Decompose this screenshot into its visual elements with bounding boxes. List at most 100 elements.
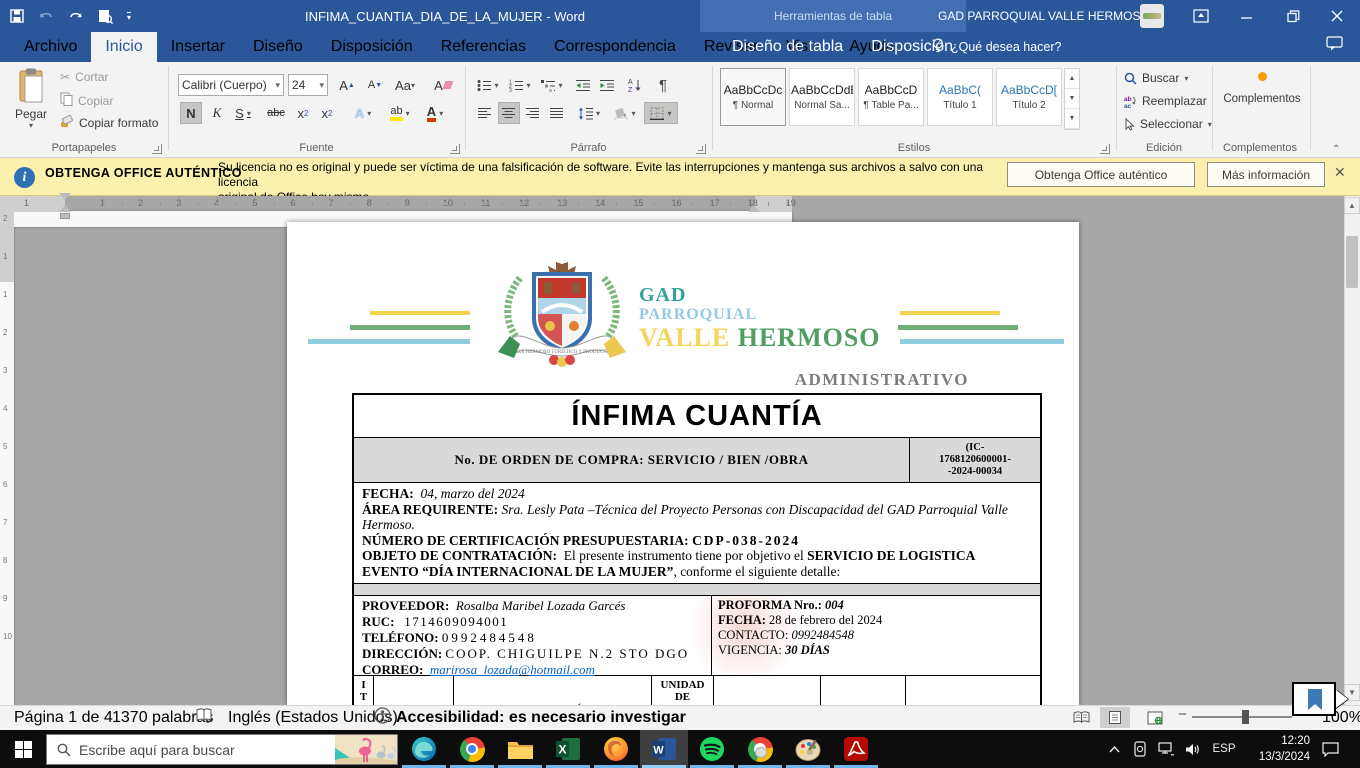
correo-link[interactable]: marirosa_lozada@hotmail.com [430,662,595,677]
taskbar-acrobat[interactable] [832,730,880,768]
paste-dropdown-icon[interactable]: ▾ [29,121,33,130]
tab-diseno[interactable]: Diseño [239,32,317,62]
sort-button[interactable]: AZ [624,74,648,96]
web-layout-button[interactable] [1140,707,1170,728]
font-name-combo[interactable]: Calibri (Cuerpo)▾ [178,74,284,96]
collapse-ribbon-icon[interactable]: ⌃ [1332,144,1340,155]
tray-volume-icon[interactable] [1180,730,1204,768]
shrink-font-button[interactable]: A▼ [364,74,386,96]
highlight-button[interactable]: ab▾ [384,102,416,124]
bullets-button[interactable]: ▾ [474,74,502,96]
strikethrough-button[interactable]: abc [262,102,290,124]
taskbar-word[interactable]: W [640,730,688,768]
scrollbar-thumb[interactable] [1346,236,1358,288]
tell-me-box[interactable]: ¿Qué desea hacer? [932,32,1062,62]
grow-font-button[interactable]: A▲ [336,74,358,96]
taskbar-chrome[interactable] [448,730,496,768]
print-layout-button[interactable] [1100,707,1130,728]
language-indicator[interactable]: Inglés (Estados Unidos) [228,709,398,727]
minimize-button[interactable] [1224,0,1270,32]
decrease-indent-button[interactable] [572,74,594,96]
scroll-up-icon[interactable]: ▲ [1344,197,1360,214]
start-button[interactable] [0,730,46,768]
more-info-button[interactable]: Más información [1207,162,1325,187]
tab-archivo[interactable]: Archivo [10,32,91,62]
bold-button[interactable]: N [180,102,202,124]
style-normal-sa[interactable]: AaBbCcDdENormal Sa... [789,68,855,126]
styles-gallery-scroll[interactable]: ▲▼▼ [1064,68,1080,130]
line-spacing-button[interactable]: ▾ [574,102,604,124]
tray-chevron-icon[interactable] [1102,730,1126,768]
superscript-button[interactable]: x2 [316,102,338,124]
clipboard-dialog-launcher[interactable] [152,144,162,154]
restore-button[interactable] [1270,0,1316,32]
qat-customize-icon[interactable]: ▾ [127,12,131,21]
feedback-comment-icon[interactable] [1326,36,1343,56]
account-avatar[interactable] [1140,4,1164,28]
style-normal[interactable]: AaBbCcDc¶ Normal [720,68,786,126]
action-center-icon[interactable] [1316,730,1344,768]
style-titulo-2[interactable]: AaBbCcD[Título 2 [996,68,1062,126]
left-indent-marker[interactable] [60,213,70,219]
zoom-out-icon[interactable]: − [1178,706,1187,723]
taskbar-firefox[interactable] [592,730,640,768]
tray-network-icon[interactable] [1154,730,1178,768]
borders-button[interactable]: ▾ [644,102,678,124]
account-name[interactable]: GAD PARROQUIAL VALLE HERMOSO [938,0,1150,32]
taskbar-search[interactable]: Escribe aquí para buscar [46,734,398,765]
license-close-icon[interactable]: ✕ [1334,164,1346,181]
font-color-button[interactable]: A▾ [420,102,450,124]
cut-button[interactable]: ✂Cortar [60,70,108,84]
read-mode-button[interactable] [1066,707,1096,728]
tray-language[interactable]: ESP [1208,730,1240,768]
tab-disposicion[interactable]: Disposición [317,32,427,62]
find-button[interactable]: Buscar▾ [1124,71,1188,85]
paragraph-dialog-launcher[interactable] [696,144,706,154]
taskbar-paint[interactable] [784,730,832,768]
first-line-indent-marker[interactable] [59,193,71,200]
tab-correspondencia[interactable]: Correspondencia [540,32,690,62]
font-dialog-launcher[interactable] [450,144,460,154]
paste-button[interactable]: Pegar ▾ [8,68,54,130]
replace-button[interactable]: abacReemplazar [1124,94,1207,108]
tab-diseno-de-tabla[interactable]: Diseño de tabla [718,32,857,62]
underline-button[interactable]: S▾ [228,102,258,124]
align-center-button[interactable] [498,102,520,124]
pilcrow-button[interactable]: ¶ [652,74,674,96]
tab-inicio[interactable]: Inicio [91,32,156,62]
print-preview-icon[interactable] [98,9,113,24]
proofing-icon[interactable] [196,708,212,728]
infima-cuantia-table[interactable]: ÍNFIMA CUANTÍA No. DE ORDEN DE COMPRA: S… [352,393,1042,705]
addins-button[interactable]: Complementos [1218,72,1306,105]
justify-button[interactable] [546,102,568,124]
text-effects-button[interactable]: A▾ [348,102,378,124]
redo-icon[interactable] [68,10,84,23]
accessibility-icon[interactable] [374,707,391,729]
zoom-slider-handle[interactable] [1242,710,1249,724]
change-case-button[interactable]: Aa▾ [394,74,416,96]
increase-indent-button[interactable] [596,74,618,96]
ribbon-display-options-icon[interactable] [1178,0,1224,32]
style-titulo-1[interactable]: AaBbC(Título 1 [927,68,993,126]
undo-icon[interactable] [38,10,54,23]
get-office-button[interactable]: Obtenga Office auténtico [1007,162,1195,187]
format-painter-button[interactable]: Copiar formato [60,114,158,131]
hanging-indent-marker[interactable] [59,205,71,212]
tab-referencias[interactable]: Referencias [427,32,540,62]
document-page[interactable]: VALLE HERMOSO TURISTICO Y PRODUCTIVO GAD… [287,222,1079,705]
multilevel-list-button[interactable]: ▾ [538,74,566,96]
page-indicator[interactable]: Página 1 de 4 [14,709,113,727]
align-left-button[interactable] [474,102,496,124]
select-button[interactable]: Seleccionar▾ [1124,117,1212,131]
taskbar-chrome-profile[interactable] [736,730,784,768]
taskbar-explorer[interactable] [496,730,544,768]
align-right-button[interactable] [522,102,544,124]
right-indent-marker[interactable] [748,205,760,212]
vertical-ruler[interactable]: 2112345678910 [0,227,14,705]
styles-dialog-launcher[interactable] [1100,144,1110,154]
close-button[interactable] [1314,0,1360,32]
clear-formatting-button[interactable]: A [432,74,454,96]
tray-clock[interactable]: 12:20 13/3/2024 [1252,733,1310,765]
taskbar-spotify[interactable] [688,730,736,768]
copy-button[interactable]: Copiar [60,92,113,109]
